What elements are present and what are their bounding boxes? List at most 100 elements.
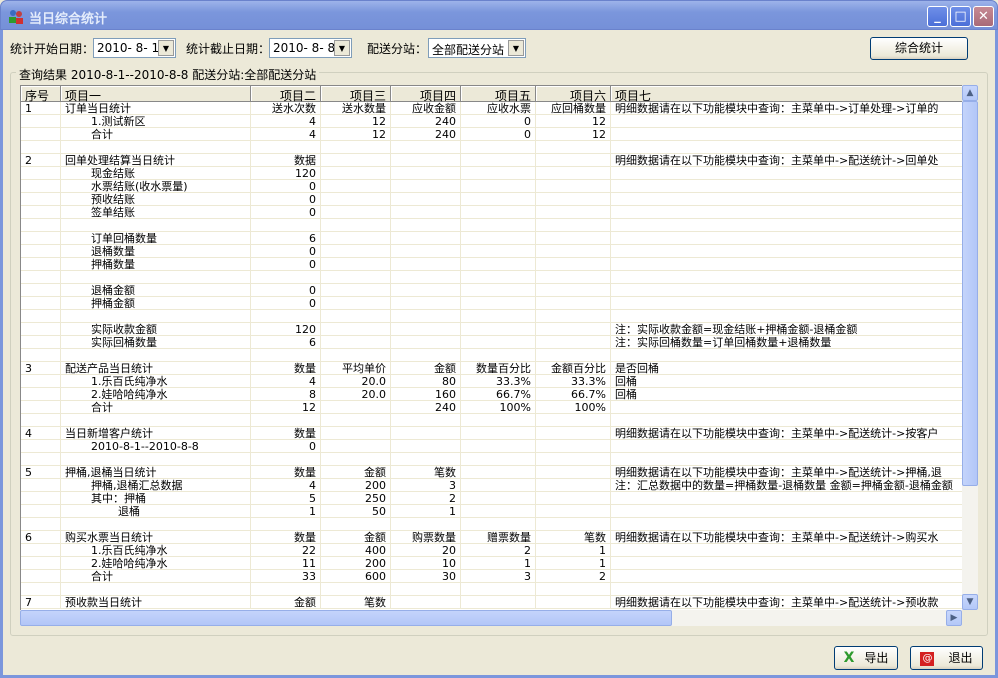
table-cell-item4: 购票数量: [391, 531, 461, 544]
table-cell-item1: 订单回桶数量: [61, 232, 251, 245]
table-cell-item6: 金额百分比: [536, 362, 611, 375]
end-date-label: 统计截止日期：: [186, 42, 271, 56]
chevron-down-icon[interactable]: ▼: [334, 40, 350, 56]
table-cell-item7: [611, 401, 962, 414]
table-cell-item4: [391, 336, 461, 349]
table-cell-seq: [21, 401, 61, 414]
scroll-down-icon[interactable]: ▼: [962, 594, 978, 610]
table-cell-item3: 12: [321, 128, 391, 141]
end-date-picker[interactable]: 2010- 8- 8 ▼: [269, 38, 352, 58]
table-cell-item7: [611, 232, 962, 245]
table-cell-item4: [391, 154, 461, 167]
start-date-picker[interactable]: 2010- 8- 1 ▼: [93, 38, 176, 58]
table-cell-item1: 退桶: [61, 505, 251, 518]
table-cell-item1: 押桶数量: [61, 258, 251, 271]
table-cell-item4: [391, 310, 461, 323]
table-cell-item4: 金额: [391, 362, 461, 375]
maximize-button[interactable]: □: [950, 6, 971, 27]
table-cell-item5: [461, 349, 536, 362]
table-cell-item4: [391, 427, 461, 440]
summary-stat-button[interactable]: 综合统计: [870, 37, 968, 60]
table-cell-item4: [391, 271, 461, 284]
table-cell-seq: 1: [21, 102, 61, 115]
table-cell-item2: 6: [251, 336, 321, 349]
table-cell-item6: 100%: [536, 401, 611, 414]
table-cell-item5: [461, 492, 536, 505]
table-cell-item7: 明细数据请在以下功能模块中查询：主菜单中->配送统计->按客户: [611, 427, 962, 440]
table-cell-item1: 2010-8-1--2010-8-8: [61, 440, 251, 453]
table-cell-item5: 赠票数量: [461, 531, 536, 544]
scroll-right-icon[interactable]: ▶: [946, 610, 962, 626]
column-header-item4[interactable]: 项目四: [391, 86, 461, 103]
close-button[interactable]: ✕: [973, 6, 994, 27]
table-cell-item4: [391, 219, 461, 232]
scroll-up-icon[interactable]: ▲: [962, 85, 978, 101]
table-cell-item6: [536, 154, 611, 167]
table-cell-item2: [251, 414, 321, 427]
table-cell-item6: [536, 245, 611, 258]
table-cell-item7: 明细数据请在以下功能模块中查询：主菜单中->配送统计->预收款: [611, 596, 962, 609]
table-cell-item7: [611, 206, 962, 219]
table-cell-item1: 回单处理结算当日统计: [61, 154, 251, 167]
table-cell-item7: [611, 167, 962, 180]
exit-button[interactable]: @ 退出: [910, 646, 983, 670]
minimize-button[interactable]: _: [927, 6, 948, 27]
table-cell-item2: [251, 453, 321, 466]
table-cell-item7: [611, 258, 962, 271]
table-cell-item1: 2.娃哈哈纯净水: [61, 388, 251, 401]
table-cell-item3: 50: [321, 505, 391, 518]
result-title: 查询结果 2010-8-1--2010-8-8 配送分站:全部配送分站: [16, 66, 320, 83]
table-cell-item6: [536, 219, 611, 232]
horizontal-scrollbar[interactable]: ▶: [20, 610, 962, 626]
table-cell-item3: [321, 232, 391, 245]
column-header-item1[interactable]: 项目一: [61, 86, 251, 103]
stats-table: 序号 项目一 项目二 项目三 项目四 项目五 项目六 项目七 1 订单当日统计 送水次数 送水数量 应收…: [20, 85, 962, 610]
table-cell-item7: [611, 440, 962, 453]
column-header-item2[interactable]: 项目二: [251, 86, 321, 103]
table-cell-item6: [536, 271, 611, 284]
table-cell-item1: [61, 349, 251, 362]
table-cell-item5: [461, 141, 536, 154]
column-header-item3[interactable]: 项目三: [321, 86, 391, 103]
table-cell-item3: [321, 583, 391, 596]
table-cell-seq: 7: [21, 596, 61, 609]
exit-label: 退出: [948, 651, 973, 665]
table-cell-item3: [321, 206, 391, 219]
table-cell-item5: 3: [461, 570, 536, 583]
column-header-item5[interactable]: 项目五: [461, 86, 536, 103]
table-cell-item4: [391, 596, 461, 609]
table-cell-item3: [321, 219, 391, 232]
table-cell-item1: [61, 583, 251, 596]
table-cell-item1: 2.娃哈哈纯净水: [61, 557, 251, 570]
vertical-scrollbar[interactable]: ▲ ▼: [962, 85, 978, 610]
vertical-scroll-thumb[interactable]: [962, 101, 978, 486]
table-cell-item6: [536, 466, 611, 479]
table-cell-item6: [536, 414, 611, 427]
table-cell-item5: [461, 219, 536, 232]
table-cell-item5: 1: [461, 557, 536, 570]
table-cell-item6: [536, 310, 611, 323]
table-cell-item6: 1: [536, 557, 611, 570]
table-cell-seq: [21, 258, 61, 271]
column-header-item7[interactable]: 项目七: [611, 86, 962, 103]
station-label: 配送分站：: [367, 42, 428, 56]
chevron-down-icon[interactable]: ▼: [508, 40, 524, 56]
table-cell-seq: 2: [21, 154, 61, 167]
table-cell-item3: [321, 518, 391, 531]
station-select[interactable]: 全部配送分站 ▼: [428, 38, 526, 58]
table-cell-item3: [321, 245, 391, 258]
table-cell-item5: 33.3%: [461, 375, 536, 388]
table-cell-seq: [21, 388, 61, 401]
table-cell-item4: 应收金额: [391, 102, 461, 115]
table-cell-seq: [21, 141, 61, 154]
column-header-item6[interactable]: 项目六: [536, 86, 611, 103]
export-button[interactable]: X 导出: [834, 646, 898, 670]
table-cell-item7: [611, 271, 962, 284]
table-cell-item2: [251, 518, 321, 531]
column-header-seq[interactable]: 序号: [21, 86, 61, 103]
horizontal-scroll-thumb[interactable]: [20, 610, 672, 626]
table-cell-seq: [21, 570, 61, 583]
chevron-down-icon[interactable]: ▼: [158, 40, 174, 56]
table-cell-item5: 66.7%: [461, 388, 536, 401]
table-cell-item4: [391, 258, 461, 271]
